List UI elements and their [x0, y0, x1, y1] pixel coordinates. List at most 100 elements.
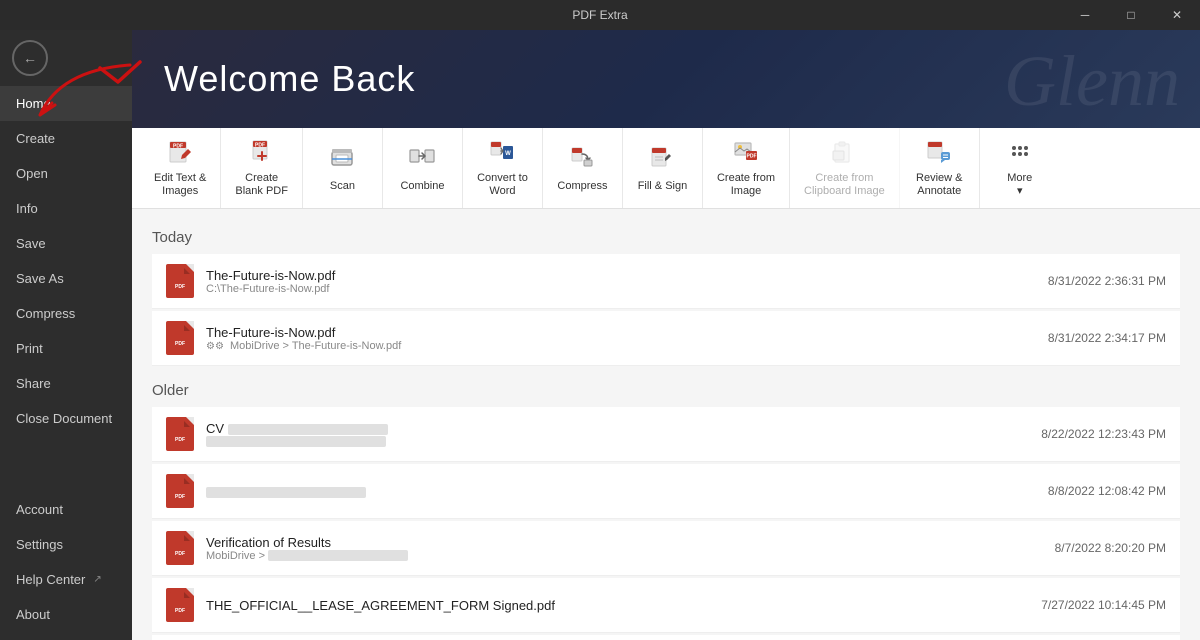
fill-sign-icon [646, 142, 678, 174]
tool-create-image[interactable]: PDF Create fromImage [703, 128, 790, 208]
sidebar-nav: Home Create Open Info Save Save As Compr… [0, 86, 132, 492]
tool-edit-text[interactable]: PDF Edit Text &Images [140, 128, 221, 208]
file-details: THE_OFFICIAL__LEASE_AGREEMENT_FORM Signe… [206, 598, 1029, 613]
svg-text:PDF: PDF [255, 142, 265, 148]
external-link-icon: ↗ [93, 574, 101, 585]
file-item[interactable]: PDF The-Future-is-Now.pdf C:\The-Future-… [152, 254, 1180, 309]
svg-text:PDF: PDF [175, 494, 185, 500]
file-area[interactable]: Today PDF The-Future-is-Now.pdf C:\The-F… [132, 209, 1200, 640]
tool-review-annotate[interactable]: Review &Annotate [900, 128, 980, 208]
file-path: ⚙⚙ MobiDrive > The-Future-is-Now.pdf [206, 340, 1036, 352]
sidebar-bottom: Account Settings Help Center ↗ About [0, 492, 132, 640]
pdf-file-icon: PDF [166, 474, 194, 508]
section-older: Older [152, 382, 1180, 399]
file-item[interactable]: PDF 8/8/2022 12:08:42 PM [152, 464, 1180, 519]
file-name [206, 484, 1036, 499]
sidebar-label-save: Save [16, 236, 46, 251]
tool-create-blank-label: CreateBlank PDF [235, 172, 288, 198]
restore-button[interactable]: □ [1108, 0, 1154, 30]
sidebar-item-home[interactable]: Home [0, 86, 132, 121]
file-date: 8/22/2022 12:23:43 PM [1041, 427, 1166, 441]
tool-scan[interactable]: Scan [303, 128, 383, 208]
pdf-file-icon: PDF [166, 321, 194, 355]
file-item[interactable]: PDF The-Future-is-Now.pdf ⚙⚙ MobiDrive >… [152, 311, 1180, 366]
sidebar-item-compress[interactable]: Compress [0, 296, 132, 331]
pdf-file-icon: PDF [166, 588, 194, 622]
file-item[interactable]: PDF THE_OFFICIAL__LEASE_AGREEMENT_FORM S… [152, 578, 1180, 633]
sidebar-item-save[interactable]: Save [0, 226, 132, 261]
window-controls: ─ □ ✕ [1062, 0, 1200, 30]
file-details: The-Future-is-Now.pdf C:\The-Future-is-N… [206, 268, 1036, 295]
file-item[interactable]: PDF CV 8/22/2022 12:23:43 PM [152, 407, 1180, 462]
section-today: Today [152, 229, 1180, 246]
sidebar-label-about: About [16, 607, 50, 622]
svg-text:PDF: PDF [175, 341, 185, 347]
tool-clipboard-image: Create fromClipboard Image [790, 128, 900, 208]
clipboard-image-icon [828, 138, 860, 166]
svg-text:PDF: PDF [175, 284, 185, 290]
tool-more[interactable]: More▾ [980, 128, 1060, 208]
tool-convert-word[interactable]: W Convert toWord [463, 128, 543, 208]
tool-compress[interactable]: Compress [543, 128, 623, 208]
svg-text:PDF: PDF [175, 437, 185, 443]
file-name: CV [206, 421, 1029, 436]
tool-fill-sign[interactable]: Fill & Sign [623, 128, 703, 208]
convert-word-icon: W [486, 138, 518, 166]
toolbar: PDF Edit Text &Images PDF Create [132, 128, 1200, 209]
close-button[interactable]: ✕ [1154, 0, 1200, 30]
file-item[interactable]: PDF Verification of Results MobiDrive > … [152, 521, 1180, 576]
file-date: 8/8/2022 12:08:42 PM [1048, 484, 1166, 498]
file-date: 8/31/2022 2:36:31 PM [1048, 274, 1166, 288]
pdf-file-icon: PDF [166, 417, 194, 451]
tool-combine[interactable]: Combine [383, 128, 463, 208]
sidebar-label-close-doc: Close Document [16, 411, 112, 426]
sidebar-item-settings[interactable]: Settings [0, 527, 132, 562]
file-date: 8/31/2022 2:34:17 PM [1048, 331, 1166, 345]
file-path [206, 436, 1029, 448]
pdf-file-icon: PDF [166, 531, 194, 565]
file-name: The-Future-is-Now.pdf [206, 325, 1036, 340]
sidebar-label-settings: Settings [16, 537, 63, 552]
sidebar-item-about[interactable]: About [0, 597, 132, 632]
svg-text:PDF: PDF [747, 153, 757, 159]
svg-text:PDF: PDF [175, 551, 185, 557]
svg-text:W: W [506, 151, 512, 157]
sidebar-item-info[interactable]: Info [0, 191, 132, 226]
file-item[interactable]: PDF report.pdf 7/27/2022 10:14:17 PM [152, 635, 1180, 640]
sidebar-label-home: Home [16, 96, 51, 111]
file-details: Verification of Results MobiDrive > [206, 535, 1043, 562]
sidebar: ← Home Create Open Info Save Save As Com… [0, 30, 132, 640]
tool-scan-label: Scan [330, 180, 355, 193]
sidebar-item-open[interactable]: Open [0, 156, 132, 191]
tool-compress-label: Compress [557, 180, 607, 193]
combine-icon [406, 142, 438, 174]
tool-convert-word-label: Convert toWord [477, 172, 528, 198]
main-content: Welcome Back PDF Edit Text &Images [132, 30, 1200, 640]
tool-review-label: Review &Annotate [916, 172, 962, 198]
sidebar-label-help: Help Center [16, 572, 85, 587]
file-path: C:\The-Future-is-Now.pdf [206, 283, 1036, 295]
sidebar-label-info: Info [16, 201, 38, 216]
more-icon [1004, 138, 1036, 166]
sidebar-item-close-doc[interactable]: Close Document [0, 401, 132, 436]
sidebar-item-account[interactable]: Account [0, 492, 132, 527]
scan-icon [326, 142, 358, 174]
file-path: MobiDrive > [206, 550, 1043, 562]
sidebar-item-share[interactable]: Share [0, 366, 132, 401]
sidebar-item-save-as[interactable]: Save As [0, 261, 132, 296]
sidebar-label-account: Account [16, 502, 63, 517]
tool-create-blank[interactable]: PDF CreateBlank PDF [221, 128, 303, 208]
sidebar-item-print[interactable]: Print [0, 331, 132, 366]
back-button[interactable]: ← [12, 40, 48, 76]
minimize-button[interactable]: ─ [1062, 0, 1108, 30]
tool-more-label: More▾ [1007, 172, 1032, 198]
compress-icon [566, 142, 598, 174]
titlebar: PDF Extra ─ □ ✕ [0, 0, 1200, 30]
sidebar-item-create[interactable]: Create [0, 121, 132, 156]
sidebar-item-help[interactable]: Help Center ↗ [0, 562, 132, 597]
edit-text-icon: PDF [164, 138, 196, 166]
app-body: ← Home Create Open Info Save Save As Com… [0, 30, 1200, 640]
file-details: The-Future-is-Now.pdf ⚙⚙ MobiDrive > The… [206, 325, 1036, 352]
tool-combine-label: Combine [400, 180, 444, 193]
pdf-file-icon: PDF [166, 264, 194, 298]
